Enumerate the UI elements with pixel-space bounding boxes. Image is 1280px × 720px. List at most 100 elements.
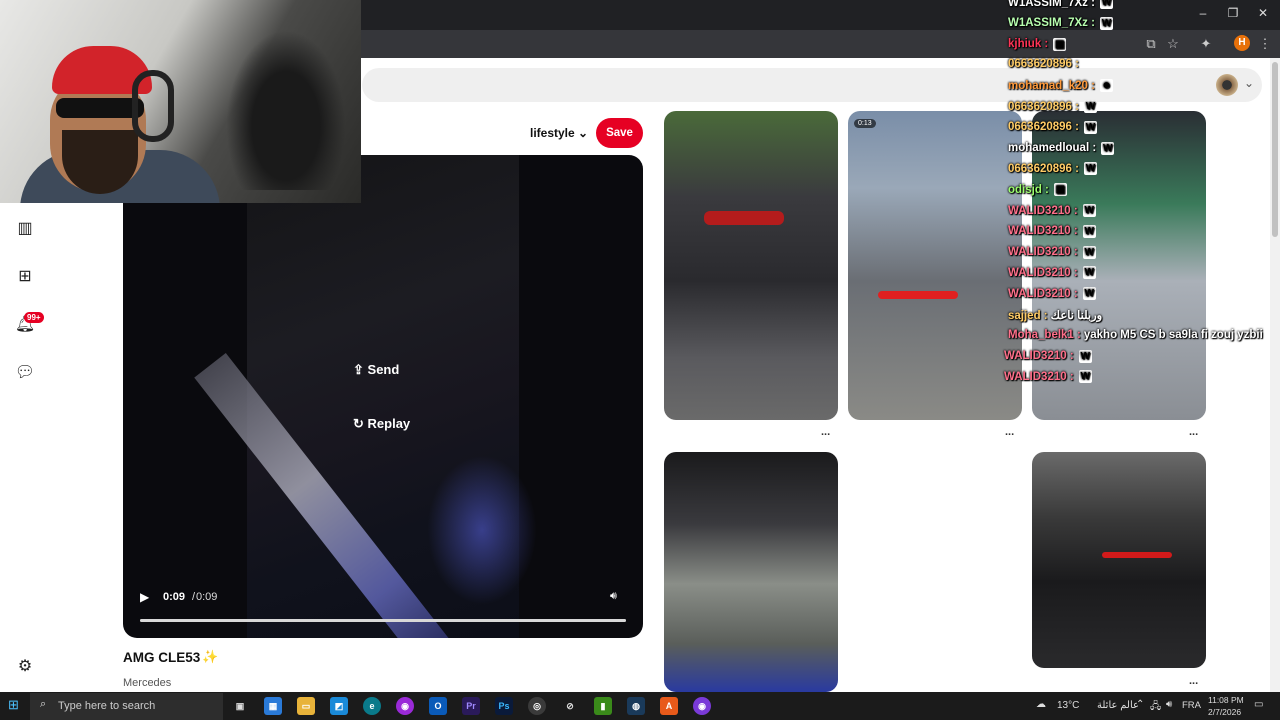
messages-icon[interactable]: 💬︎ <box>14 362 36 384</box>
video-frame <box>194 155 537 638</box>
chat-username: Moha_belk1 : <box>1008 328 1081 341</box>
boards-icon[interactable]: ▥ <box>14 218 36 240</box>
taskbar-search-placeholder: Type here to search <box>58 700 156 712</box>
chat-message: WALID3210 : W <box>1008 224 1096 238</box>
save-button[interactable]: Save <box>596 118 643 148</box>
chat-username: W1ASSIM_7Xz : <box>1008 0 1095 9</box>
replay-button[interactable]: ↻ Replay <box>353 416 410 432</box>
network-icon[interactable]: 🖧︎ <box>1150 699 1161 716</box>
close-window-button[interactable]: ✕ <box>1248 4 1278 22</box>
tail-light <box>878 291 958 299</box>
utility-app-icon[interactable]: ⊘ <box>561 697 579 715</box>
browser-menu-icon[interactable]: ⋮ <box>1256 35 1274 53</box>
scrollbar-thumb[interactable] <box>1272 62 1278 237</box>
board-selector[interactable]: lifestyle ⌄ <box>530 126 588 140</box>
chat-emote-icon: W <box>1082 224 1096 238</box>
search-input[interactable] <box>362 68 1262 102</box>
app-icon[interactable]: ▮ <box>594 697 612 715</box>
chrome-icon[interactable]: ◎ <box>528 697 546 715</box>
chat-message: WALID3210 : W <box>1004 370 1092 384</box>
create-icon[interactable]: ⊞ <box>14 266 36 288</box>
door-sill-image <box>194 352 460 638</box>
restore-button[interactable]: ❐ <box>1218 4 1248 22</box>
task-view-icon[interactable]: ▣ <box>231 697 249 715</box>
send-button[interactable]: ⇪ Send <box>353 362 399 378</box>
motorcycle-background <box>226 30 346 190</box>
chat-emote-icon: ▣ <box>1053 37 1067 51</box>
app-icon[interactable]: ◉ <box>693 697 711 715</box>
obs-app-icon[interactable]: ◉ <box>396 697 414 715</box>
store-icon[interactable]: ▦ <box>264 697 282 715</box>
pin-video[interactable]: ⇪ Send ↻ Replay <box>123 155 643 638</box>
more-options-icon[interactable]: ... <box>1189 675 1198 687</box>
volume-icon[interactable]: 🔊︎ <box>610 590 617 603</box>
send-label: Send <box>367 362 400 377</box>
tray-chevron-icon[interactable]: ⌃ <box>1136 699 1144 710</box>
notifications-icon[interactable]: ▭ <box>1254 699 1263 710</box>
time-separator: / <box>192 591 196 603</box>
weather-icon[interactable]: ☁ <box>1036 699 1046 710</box>
more-options-icon[interactable]: ... <box>821 426 830 438</box>
ambient-light <box>427 455 537 605</box>
photoshop-icon[interactable]: Ps <box>495 697 513 715</box>
tail-light <box>704 211 784 225</box>
install-app-icon[interactable]: ⧉ <box>1142 35 1160 53</box>
minimize-button[interactable]: – <box>1188 4 1218 22</box>
related-pin-card[interactable] <box>664 452 838 692</box>
chat-username: odisjd : <box>1008 183 1049 196</box>
chat-username: 0663620896 : <box>1008 162 1079 175</box>
chat-message: Moha_belk1 : yakho M5 CS b sa9la fi zouj … <box>1008 329 1263 341</box>
duration-time: 0:09 <box>196 591 218 603</box>
chat-username: 0663620896 : <box>1008 58 1079 71</box>
browser-profile-avatar[interactable]: H <box>1234 35 1250 51</box>
play-icon[interactable]: ▶ <box>140 590 149 604</box>
chat-username: sajjed : <box>1008 310 1048 322</box>
bookmark-star-icon[interactable]: ☆ <box>1164 35 1182 53</box>
tail-light <box>1102 552 1172 558</box>
related-pin-card[interactable] <box>1032 452 1206 668</box>
user-avatar[interactable] <box>1216 74 1238 96</box>
volume-tray-icon[interactable]: 🔊︎ <box>1166 699 1172 710</box>
chat-emote-icon: W <box>1078 370 1092 384</box>
chat-username: WALID3210 : <box>1008 204 1078 217</box>
premiere-icon[interactable]: Pr <box>462 697 480 715</box>
clock-date[interactable]: 2/7/2026 <box>1208 707 1241 717</box>
app-icon[interactable]: A <box>660 697 678 715</box>
more-options-icon[interactable]: ... <box>1189 426 1198 438</box>
chat-emote-icon: W <box>1082 245 1096 259</box>
file-explorer-icon[interactable]: ▭ <box>297 697 315 715</box>
related-pin-card[interactable] <box>664 111 838 420</box>
current-time: 0:09 <box>163 591 186 603</box>
chat-username: WALID3210 : <box>1008 246 1078 259</box>
extensions-icon[interactable]: ✦ <box>1197 35 1215 53</box>
chevron-down-icon[interactable]: ⌄ <box>1244 76 1254 90</box>
chat-message: 0663620896 : <box>1008 58 1082 70</box>
outlook-icon[interactable]: O <box>429 697 447 715</box>
chat-username: WALID3210 : <box>1004 350 1074 363</box>
input-language[interactable]: FRA <box>1182 700 1201 711</box>
more-options-icon[interactable]: ... <box>1005 426 1014 438</box>
steam-icon[interactable]: ◍ <box>627 697 645 715</box>
edge-icon[interactable]: e <box>363 697 381 715</box>
settings-gear-icon[interactable]: ⚙ <box>14 656 36 678</box>
microsoft-store-icon[interactable]: ◩ <box>330 697 348 715</box>
chat-username: W1ASSIM_7Xz : <box>1008 17 1095 30</box>
related-pin-card[interactable] <box>848 111 1022 420</box>
chat-username: WALID3210 : <box>1008 225 1078 238</box>
chat-emote-icon: W <box>1083 162 1097 176</box>
clock-time[interactable]: 11:08 PM <box>1208 695 1244 705</box>
chat-message: mohamad_k20 : ☻ <box>1008 79 1113 93</box>
weather-temperature[interactable]: 13°C <box>1057 700 1079 711</box>
chat-message: sajjed : وربلنا ناعك <box>1008 308 1102 322</box>
pin-title: AMG CLE53 <box>123 650 201 665</box>
chat-emote-icon: W <box>1082 287 1096 301</box>
chat-username: WALID3210 : <box>1004 370 1074 383</box>
pin-subtitle: Mercedes <box>123 677 172 689</box>
chat-emote-icon: ☻ <box>1099 79 1113 93</box>
chat-message: kjhiuk : ▣ <box>1008 37 1067 51</box>
chat-emote-icon: W <box>1101 141 1115 155</box>
chat-emote-icon: W <box>1082 204 1096 217</box>
chat-message: mohamedloual : W <box>1008 141 1115 155</box>
windows-start-icon[interactable]: ⊞ <box>8 697 19 713</box>
webcam-overlay <box>0 0 361 203</box>
